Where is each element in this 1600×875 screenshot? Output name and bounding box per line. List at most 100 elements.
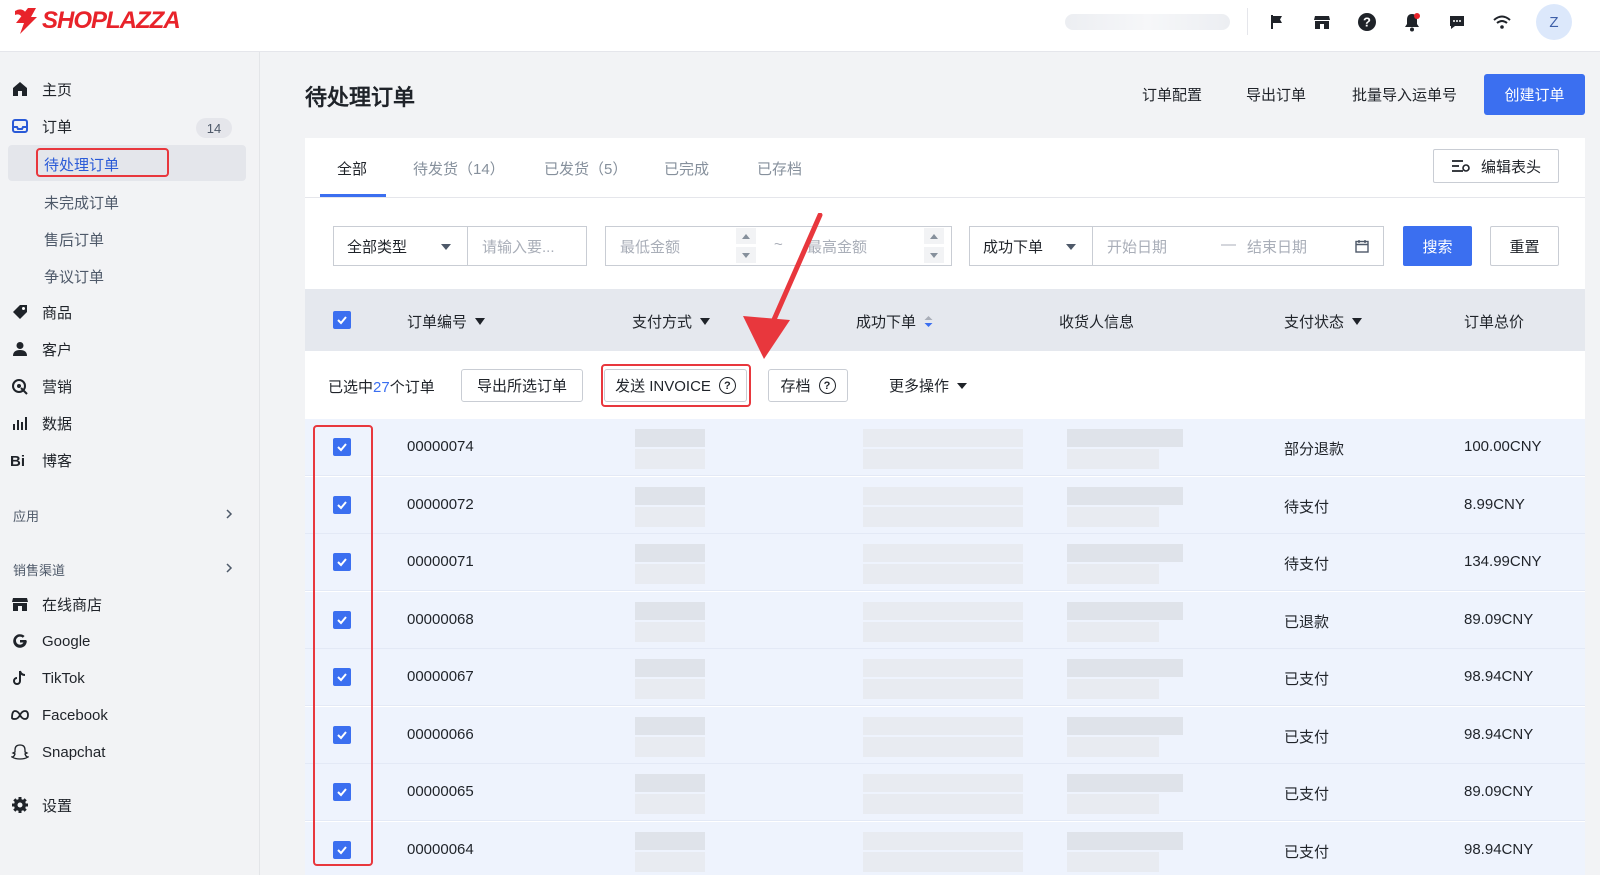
date-range-picker[interactable]: 开始日期 — 结束日期 (1092, 226, 1384, 266)
help-icon[interactable]: ? (1356, 11, 1378, 33)
sort-icon[interactable] (924, 315, 933, 328)
sidebar-channel-google[interactable]: Google (0, 625, 246, 657)
chevron-right-icon[interactable] (224, 563, 234, 573)
table-row[interactable]: 00000066 已支付 98.94CNY (305, 706, 1585, 764)
wifi-icon[interactable] (1491, 11, 1513, 33)
order-number-cell[interactable]: 00000066 (407, 726, 474, 743)
sidebar-channel-online-store[interactable]: 在线商店 (0, 588, 246, 620)
sidebar-item-marketing[interactable]: 营销 (0, 370, 246, 402)
search-button[interactable]: 搜索 (1403, 226, 1472, 266)
sidebar-channel-facebook[interactable]: Facebook (0, 699, 246, 731)
table-row[interactable]: 00000072 待支付 8.99CNY (305, 476, 1585, 534)
table-row[interactable]: 00000071 待支付 134.99CNY (305, 534, 1585, 591)
order-number-cell[interactable]: 00000074 (407, 438, 474, 455)
date-type-value: 成功下单 (983, 238, 1044, 256)
payment-status-cell: 已支付 (1284, 786, 1330, 803)
sidebar-subitem-after-sales-orders[interactable]: 售后订单 (44, 229, 104, 250)
redacted-payment-method (635, 679, 705, 699)
sidebar-item-label: Snapchat (42, 743, 106, 761)
blurred-store-name (1065, 14, 1230, 30)
chevron-down-icon (441, 244, 451, 250)
sidebar-item-label: 设置 (42, 797, 73, 815)
redacted-payment-method (635, 621, 705, 642)
message-icon[interactable] (1446, 11, 1468, 33)
sidebar-channel-tiktok[interactable]: TikTok (0, 662, 246, 694)
store-icon[interactable] (1311, 11, 1333, 33)
filter-caret-icon (475, 318, 486, 325)
column-label: 订单总价 (1464, 314, 1525, 331)
flag-icon[interactable] (1266, 11, 1288, 33)
create-order-button[interactable]: 创建订单 (1484, 74, 1585, 115)
tab-archived[interactable]: 已存档 (757, 158, 802, 179)
archive-button[interactable]: 存档 ? (768, 369, 848, 402)
table-row[interactable]: 00000074 部分退款 100.00CNY (305, 419, 1585, 476)
redacted-order-date (863, 429, 1023, 447)
export-selected-button[interactable]: 导出所选订单 (461, 369, 583, 402)
bell-icon[interactable] (1401, 11, 1423, 33)
sidebar-item-home[interactable]: 主页 (0, 73, 246, 105)
more-actions-dropdown[interactable]: 更多操作 (873, 369, 983, 402)
order-number-cell[interactable]: 00000067 (407, 668, 474, 685)
redacted-payment-method (635, 716, 705, 735)
redacted-recipient-info (1067, 716, 1183, 735)
sidebar-item-customers[interactable]: 客户 (0, 333, 246, 365)
order-settings-button[interactable]: 订单配置 (1142, 84, 1202, 105)
sidebar-subitem-disputed-orders[interactable]: 争议订单 (44, 266, 104, 287)
order-total-cell: 134.99CNY (1464, 553, 1542, 570)
redacted-order-date (863, 679, 1023, 699)
order-number-cell[interactable]: 00000071 (407, 553, 474, 570)
order-type-value: 全部类型 (347, 238, 408, 256)
sidebar-item-blog[interactable]: Bi 博客 (0, 444, 246, 476)
sidebar-channel-snapchat[interactable]: Snapchat (0, 736, 246, 768)
order-number-cell[interactable]: 00000072 (407, 496, 474, 513)
column-payment-method[interactable]: 支付方式 (632, 311, 711, 332)
shoplazza-logo[interactable]: SHOPLAZZA (12, 7, 181, 35)
order-number-cell[interactable]: 00000068 (407, 611, 474, 628)
order-number-cell[interactable]: 00000065 (407, 783, 474, 800)
edit-columns-button[interactable]: 编辑表头 (1433, 149, 1559, 183)
reset-button[interactable]: 重置 (1490, 226, 1559, 266)
more-actions-label: 更多操作 (888, 378, 949, 395)
sidebar-item-orders[interactable]: 订单 14 (0, 110, 246, 142)
user-avatar[interactable]: Z (1536, 4, 1572, 40)
select-all-checkbox[interactable] (333, 311, 351, 329)
column-label: 支付方式 (632, 314, 693, 331)
table-header (305, 289, 1585, 351)
table-row[interactable]: 00000065 已支付 89.09CNY (305, 764, 1585, 821)
order-type-select[interactable]: 全部类型 (333, 226, 468, 266)
chevron-right-icon[interactable] (224, 509, 234, 519)
tab-shipped[interactable]: 已发货（5） (544, 158, 627, 179)
table-row[interactable]: 00000068 已退款 89.09CNY (305, 591, 1585, 649)
redacted-recipient-info (1067, 774, 1183, 792)
order-number-cell[interactable]: 00000064 (407, 841, 474, 858)
payment-status-cell: 已退款 (1284, 613, 1330, 631)
export-orders-button[interactable]: 导出订单 (1246, 84, 1306, 105)
tab-completed[interactable]: 已完成 (664, 158, 709, 179)
column-order-date[interactable]: 成功下单 (856, 311, 933, 332)
sidebar-item-label: 数据 (42, 415, 73, 433)
calendar-icon (1355, 240, 1369, 253)
import-tracking-button[interactable]: 批量导入运单号 (1352, 84, 1457, 105)
table-row[interactable]: 00000067 已支付 98.94CNY (305, 649, 1585, 706)
order-total-cell: 89.09CNY (1464, 610, 1534, 628)
sidebar-item-settings[interactable]: 设置 (0, 789, 246, 821)
redacted-order-date (863, 601, 1023, 620)
keyword-input[interactable]: 请输入要... (467, 226, 587, 266)
chevron-down-icon (957, 382, 967, 389)
redacted-recipient-info (1067, 659, 1183, 677)
tab-awaiting-shipment[interactable]: 待发货（14） (413, 158, 505, 179)
gear-icon (10, 795, 30, 815)
column-payment-status[interactable]: 支付状态 (1284, 311, 1363, 332)
sidebar-subitem-incomplete-orders[interactable]: 未完成订单 (44, 192, 119, 213)
edit-columns-label: 编辑表头 (1480, 158, 1541, 176)
column-label: 订单编号 (407, 314, 468, 331)
sidebar-item-products[interactable]: 商品 (0, 296, 246, 328)
redacted-recipient-info (1067, 486, 1183, 505)
date-type-select[interactable]: 成功下单 (969, 226, 1093, 266)
tab-all[interactable]: 全部 (337, 158, 367, 179)
column-order-number[interactable]: 订单编号 (407, 311, 486, 332)
table-row[interactable]: 00000064 已支付 98.94CNY (305, 821, 1585, 875)
sidebar-item-analytics[interactable]: 数据 (0, 407, 246, 439)
max-amount-stepper[interactable] (924, 228, 944, 264)
apps-section-label: 应用 (13, 509, 40, 524)
